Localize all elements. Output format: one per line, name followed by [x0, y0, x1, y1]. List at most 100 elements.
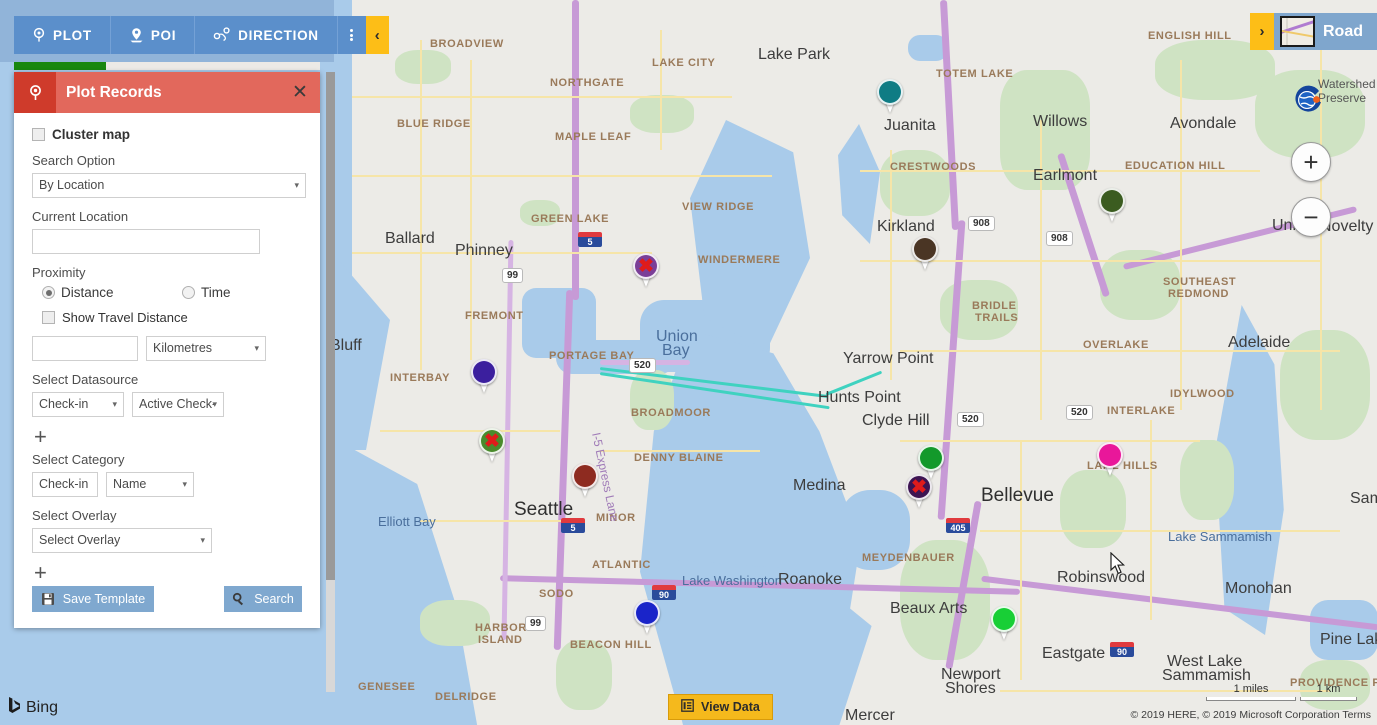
bing-logo-icon	[8, 696, 21, 719]
pin-olive-education-hill[interactable]	[1099, 188, 1125, 222]
pin-head	[572, 463, 598, 489]
toolbar-button-plot[interactable]: PLOT	[14, 16, 111, 54]
pin-head	[471, 359, 497, 385]
datasource-sub-select[interactable]: Active Check-	[132, 392, 224, 417]
water-meydenbauer-bay	[840, 490, 910, 570]
direction-pin-icon	[213, 27, 231, 43]
park-green	[395, 50, 451, 84]
proximity-time-label: Time	[201, 285, 231, 300]
add-datasource-button[interactable]: +	[34, 426, 302, 448]
park-green	[556, 640, 612, 710]
distance-value-input[interactable]	[32, 336, 138, 361]
interstate-shield: 5	[561, 518, 585, 533]
table-icon	[681, 699, 694, 715]
pin-purple-windermere[interactable]: ✖	[633, 253, 659, 287]
panel-scrollbar[interactable]	[326, 72, 335, 692]
park-green	[1000, 70, 1090, 190]
distance-unit-select[interactable]: Kilometres	[146, 336, 266, 361]
search-option-label: Search Option	[32, 153, 116, 168]
add-overlay-button[interactable]: +	[34, 562, 302, 584]
proximity-radio-time[interactable]: Time	[182, 285, 231, 300]
map-thumbnail-icon	[1280, 16, 1315, 47]
show-travel-distance-checkbox[interactable]: Show Travel Distance	[42, 310, 302, 325]
pin-brightgreen-eastgate[interactable]	[991, 606, 1017, 640]
zoom-out-button[interactable]: −	[1291, 197, 1331, 237]
select-category-label: Select Category	[32, 452, 125, 467]
x-mark-icon: ✖	[911, 476, 927, 498]
floppy-disk-icon	[41, 592, 55, 606]
kebab-menu-icon[interactable]	[337, 16, 366, 54]
category-field-select[interactable]: Name	[106, 472, 194, 497]
pin-brown-kirkland[interactable]	[912, 236, 938, 270]
pin-teal-juanita[interactable]	[877, 79, 903, 113]
pin-blue-atlantic[interactable]	[634, 600, 660, 634]
pin-green-queenanne[interactable]: ✖	[479, 428, 505, 462]
search-button[interactable]: Search	[224, 586, 302, 612]
highway-i5	[572, 0, 579, 300]
datasource-sub-value: Active Check-	[139, 397, 217, 411]
water-lake-sammamish-n	[1310, 600, 1377, 660]
map-pin-icon	[14, 72, 56, 113]
panel-header: Plot Records ✕	[14, 72, 320, 113]
toolbar-button-poi-label: POI	[150, 27, 177, 43]
close-icon[interactable]: ✕	[280, 81, 320, 104]
zoom-in-button[interactable]: +	[1291, 142, 1331, 182]
panel-title: Plot Records	[66, 83, 162, 101]
scale-bar-miles: 1 miles	[1206, 683, 1296, 701]
plot-records-panel-wrapper: Plot Records ✕ Cluster map Search Option…	[0, 62, 335, 692]
datasource-select[interactable]: Check-in	[32, 392, 124, 417]
checkbox-box	[42, 311, 55, 324]
panel-body: Cluster map Search Option By Location Cu…	[14, 113, 320, 628]
pin-head	[634, 600, 660, 626]
chevron-right-icon[interactable]: ›	[1250, 13, 1274, 50]
search-option-select[interactable]: By Location	[32, 173, 306, 198]
route-shield: 520	[629, 358, 656, 373]
map-copyright: © 2019 HERE, © 2019 Microsoft Corporatio…	[1130, 709, 1371, 721]
route-shield: 99	[525, 616, 547, 631]
save-template-button[interactable]: Save Template	[32, 586, 154, 612]
scrollbar-thumb[interactable]	[326, 72, 335, 581]
overlay-select[interactable]: Select Overlay	[32, 528, 212, 553]
park-green	[630, 95, 694, 133]
toolbar-button-plot-label: PLOT	[53, 27, 92, 43]
x-mark-icon: ✖	[484, 430, 500, 452]
pin-head	[1097, 442, 1123, 468]
radio-dot	[182, 286, 195, 299]
cluster-map-checkbox[interactable]: Cluster map	[32, 127, 302, 142]
toolbar-button-direction-label: DIRECTION	[238, 27, 319, 43]
pin-head	[1099, 188, 1125, 214]
toolbar-button-poi[interactable]: POI	[110, 16, 196, 54]
globe-locate-icon[interactable]	[1290, 82, 1326, 118]
pin-head	[918, 445, 944, 471]
pin-indigo-interbay[interactable]	[471, 359, 497, 393]
checkbox-box	[32, 128, 45, 141]
proximity-distance-label: Distance	[61, 285, 114, 300]
pin-darkred-capitolhill[interactable]	[572, 463, 598, 497]
proximity-label: Proximity	[32, 265, 86, 280]
interstate-shield: 405	[946, 518, 970, 533]
proximity-radio-distance[interactable]: Distance	[42, 285, 182, 300]
category-value: Check-in	[39, 477, 89, 491]
bing-logo[interactable]: Bing	[8, 696, 58, 719]
pin-head	[991, 606, 1017, 632]
toolbar-button-direction[interactable]: DIRECTION	[195, 16, 338, 54]
category-value-field[interactable]: Check-in	[32, 472, 98, 497]
category-field-value: Name	[113, 477, 147, 491]
bing-logo-label: Bing	[26, 698, 59, 716]
scale-bar: 1 miles 1 km	[1206, 683, 1357, 701]
park-green	[900, 540, 990, 660]
select-datasource-label: Select Datasource	[32, 372, 139, 387]
poi-pin-icon	[129, 27, 144, 43]
radio-dot	[42, 286, 55, 299]
pin-darkpurple-medina[interactable]: ✖	[906, 474, 932, 508]
main-toolbar: PLOT POI DIRECTION ‹	[14, 16, 389, 54]
road-style-button[interactable]: Road	[1274, 13, 1377, 50]
park-green	[1060, 470, 1126, 548]
chevron-left-icon[interactable]: ‹	[365, 16, 389, 54]
current-location-label: Current Location	[32, 209, 129, 224]
current-location-input[interactable]	[32, 229, 260, 254]
view-data-button[interactable]: View Data	[668, 694, 773, 720]
pin-magenta-lakehills[interactable]	[1097, 442, 1123, 476]
route-shield: 99	[502, 268, 524, 283]
magnifier-icon	[232, 592, 246, 606]
